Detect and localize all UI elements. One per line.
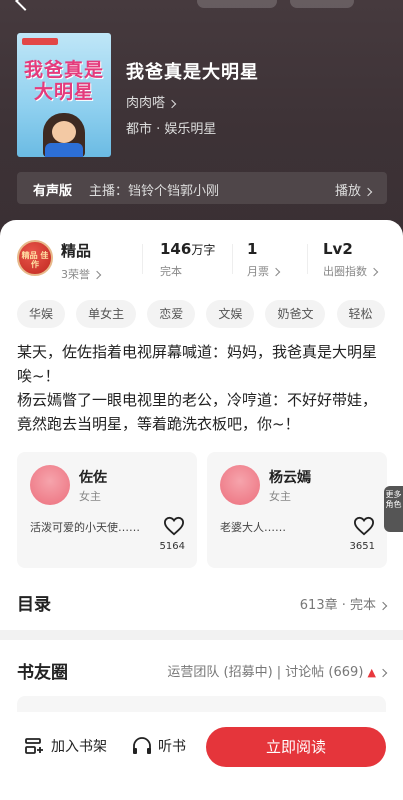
chevron-right-icon (363, 187, 373, 196)
synopsis-paragraph: 杨云嫣瞥了一眼电视里的老公，冷哼道：不好好带娃，竟然跑去当明星，等着跪洗衣板吧，… (17, 391, 378, 433)
audio-anchor: 主播：铛铃个铛郭小刚 (89, 184, 220, 199)
like-count: 5164 (159, 541, 185, 552)
chevron-right-icon (92, 270, 102, 280)
stat-words-label: 完本 (160, 265, 182, 278)
cover-publisher-badge (22, 38, 58, 45)
tag-chip[interactable]: 单女主 (76, 300, 137, 328)
community-info: 运营团队 (招募中) | 讨论帖 (669) ▲ (167, 661, 388, 680)
back-icon[interactable] (15, 0, 35, 11)
stat-rank[interactable]: Lv2 出圈指数 (323, 240, 379, 279)
cover-character-face (52, 121, 76, 143)
tag-chip[interactable]: 文娱 (206, 300, 255, 328)
add-to-shelf-label: 加入书架 (51, 739, 107, 755)
cover-title: 我爸真是大明星 (23, 59, 104, 103)
divider (142, 244, 143, 274)
stat-quality[interactable]: 精品 3荣誉 (61, 240, 102, 282)
author-name: 肉肉嗒 (126, 96, 166, 111)
character-desc: 老婆大人…… (220, 521, 286, 534)
character-role: 女主 (269, 490, 291, 503)
character-name: 杨云嫣 (269, 470, 311, 486)
like-count: 3651 (349, 541, 375, 552)
play-label: 播放 (334, 184, 361, 199)
chevron-right-icon (271, 267, 281, 277)
audio-play-button[interactable]: 播放 (334, 180, 373, 199)
table-of-contents-row[interactable]: 目录 613章 · 完本 (0, 580, 403, 626)
character-avatar (30, 465, 70, 505)
toc-info: 613章 · 完本 (300, 594, 388, 613)
top-share-pill[interactable] (290, 0, 354, 8)
tag-chip[interactable]: 奶爸文 (265, 300, 326, 328)
stat-words: 146万字 完本 (160, 240, 215, 279)
chevron-right-icon (167, 99, 177, 108)
book-header: 我爸真是大明星 我爸真是大明星 肉肉嗒 都市 · 娱乐明星 有声版 主播：铛铃个… (0, 0, 403, 240)
tag-chip[interactable]: 轻松 (336, 300, 385, 328)
book-cover[interactable]: 我爸真是大明星 (17, 33, 111, 157)
stat-quality-value: 精品 (61, 242, 92, 260)
synopsis-paragraph: 某天，佐佐指着电视屏幕喊道：妈妈，我爸真是大明星唉~！ (17, 343, 378, 385)
heart-icon[interactable] (353, 516, 375, 536)
tag-chip[interactable]: 华娱 (17, 300, 66, 328)
bottom-action-bar: 加入书架 听书 立即阅读 (0, 712, 403, 800)
chevron-right-icon (378, 601, 388, 610)
stat-tickets[interactable]: 1 月票 (247, 240, 281, 279)
stat-words-unit: 万字 (191, 243, 216, 257)
listen-label: 听书 (158, 739, 186, 755)
audio-version-bar[interactable]: 有声版 主播：铛铃个铛郭小刚 播放 (17, 172, 387, 204)
tag-chip[interactable]: 恋爱 (147, 300, 196, 328)
character-card[interactable]: 佐佐 女主 活泼可爱的小天使…… 5164 (17, 452, 197, 568)
author-link[interactable]: 肉肉嗒 (126, 92, 177, 111)
character-name: 佐佐 (79, 470, 107, 486)
flame-icon: ▲ (367, 666, 376, 679)
listen-button[interactable]: 听书 (132, 736, 186, 756)
bookshelf-icon (25, 738, 43, 754)
stat-rank-label: 出圈指数 (323, 263, 379, 279)
read-now-button[interactable]: 立即阅读 (206, 727, 386, 767)
synopsis[interactable]: 某天，佐佐指着电视屏幕喊道：妈妈，我爸真是大明星唉~！ 杨云嫣瞥了一眼电视里的老公… (17, 340, 389, 436)
add-to-shelf-button[interactable]: 加入书架 (25, 736, 107, 756)
character-desc: 活泼可爱的小天使…… (30, 521, 140, 534)
book-genre: 都市 · 娱乐明星 (126, 122, 217, 137)
divider (307, 244, 308, 274)
stat-tickets-value: 1 (247, 240, 258, 258)
audio-tag: 有声版 (33, 184, 73, 199)
character-role: 女主 (79, 490, 101, 503)
stat-rank-value: Lv2 (323, 240, 353, 258)
divider (232, 244, 233, 274)
cover-character-shirt (45, 143, 83, 157)
community-title: 书友圈 (17, 663, 68, 683)
headphones-icon (133, 737, 151, 754)
stat-tickets-label: 月票 (247, 263, 281, 279)
character-avatar (220, 465, 260, 505)
chevron-right-icon (369, 267, 379, 277)
quality-badge-text: 精品 佳作 (21, 251, 49, 269)
top-action-pill[interactable] (197, 0, 277, 8)
chevron-right-icon (378, 668, 388, 677)
character-card[interactable]: 杨云嫣 女主 老婆大人…… 3651 (207, 452, 387, 568)
stat-honors: 3荣誉 (61, 266, 102, 282)
character-list: 佐佐 女主 活泼可爱的小天使…… 5164 杨云嫣 女主 老婆大人…… 3651 (17, 452, 403, 570)
quality-badge-icon: 精品 佳作 (17, 240, 53, 276)
heart-icon[interactable] (163, 516, 185, 536)
toc-title: 目录 (17, 595, 51, 615)
book-title: 我爸真是大明星 (126, 62, 259, 83)
tag-list: 华娱 单女主 恋爱 文娱 奶爸文 轻松 (17, 300, 403, 328)
more-roles-tab[interactable]: 更多角色 (384, 486, 403, 532)
stat-words-value: 146 (160, 240, 192, 258)
